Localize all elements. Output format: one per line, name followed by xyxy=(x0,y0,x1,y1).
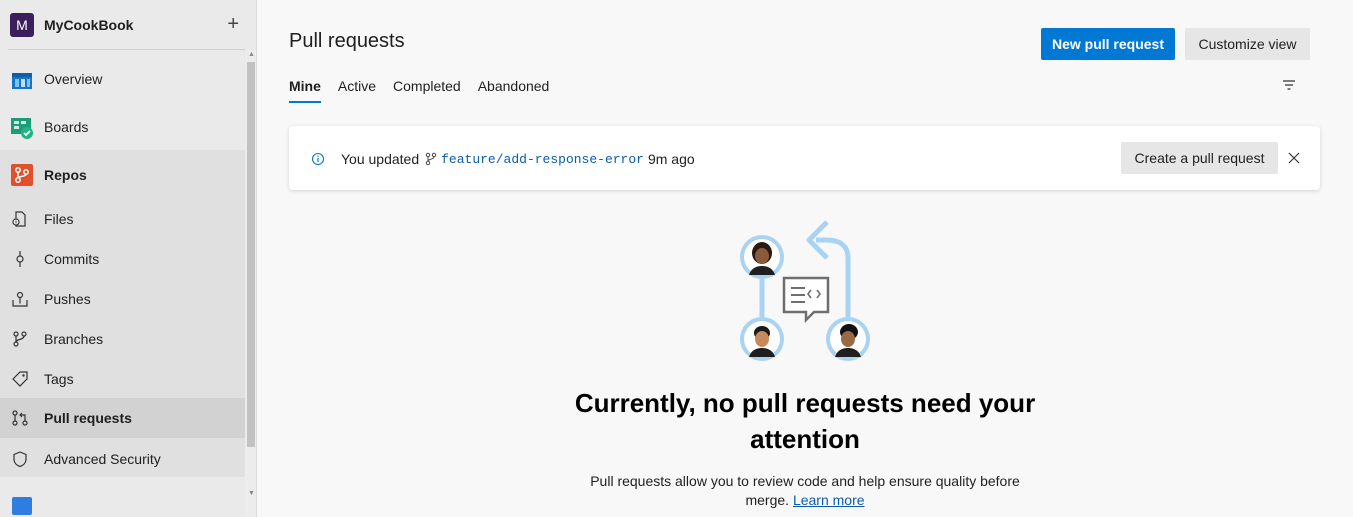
sidebar-item-label: Branches xyxy=(44,331,104,347)
tab-mine[interactable]: Mine xyxy=(289,78,321,103)
sidebar-item-label: Overview xyxy=(44,71,103,87)
project-name: MyCookBook xyxy=(44,17,134,33)
sidebar-item-label: Advanced Security xyxy=(44,451,161,467)
sidebar-item-repos[interactable]: Repos xyxy=(0,158,245,192)
banner-prefix: You updated xyxy=(341,151,420,167)
pr-tabs: Mine Active Completed Abandoned xyxy=(289,78,566,103)
tag-icon xyxy=(10,369,30,389)
create-pull-request-button[interactable]: Create a pull request xyxy=(1121,142,1278,174)
sidebar-item-label: Files xyxy=(44,211,74,227)
sidebar-scrollbar[interactable]: ▲ ▼ xyxy=(245,50,256,517)
sidebar-item-label: Pull requests xyxy=(44,410,132,426)
empty-state-description: Pull requests allow you to review code a… xyxy=(580,472,1030,510)
tab-completed[interactable]: Completed xyxy=(393,78,461,102)
scroll-down-icon[interactable]: ▼ xyxy=(248,490,255,497)
sidebar-item-commits[interactable]: Commits xyxy=(0,246,245,272)
empty-state-illustration xyxy=(735,208,880,368)
sidebar-item-branches[interactable]: Branches xyxy=(0,326,245,352)
push-icon xyxy=(10,289,30,309)
learn-more-link[interactable]: Learn more xyxy=(793,492,865,508)
sidebar-item-tags[interactable]: Tags xyxy=(0,366,245,392)
sidebar-item-files[interactable]: Files xyxy=(0,206,245,232)
sidebar-item-advanced-security[interactable]: Advanced Security xyxy=(0,446,245,472)
pull-request-icon xyxy=(10,408,30,428)
boards-icon xyxy=(10,115,34,139)
empty-state-title: Currently, no pull requests need your at… xyxy=(574,388,1036,454)
branch-update-banner: You updated feature/add-response-error 9… xyxy=(289,126,1320,190)
commit-icon xyxy=(10,249,30,269)
project-header[interactable]: M MyCookBook + xyxy=(0,0,245,50)
sidebar-item-label: Repos xyxy=(44,167,87,183)
file-icon xyxy=(10,209,30,229)
sidebar-item-label: Tags xyxy=(44,371,74,387)
sidebar-item-label: Commits xyxy=(44,251,100,267)
info-icon xyxy=(311,152,325,166)
scrollbar-thumb[interactable] xyxy=(247,62,255,447)
branch-icon xyxy=(10,329,30,349)
tab-active[interactable]: Active xyxy=(338,78,376,102)
sidebar-item-label: Pushes xyxy=(44,291,91,307)
add-icon[interactable]: + xyxy=(227,14,239,34)
sidebar-item-boards[interactable]: Boards xyxy=(0,110,245,144)
shield-icon xyxy=(10,449,30,469)
customize-view-button[interactable]: Customize view xyxy=(1185,28,1310,60)
sidebar-item-pushes[interactable]: Pushes xyxy=(0,286,245,312)
filter-icon[interactable] xyxy=(1280,78,1298,94)
repos-icon xyxy=(10,163,34,187)
pipelines-icon xyxy=(10,493,34,517)
banner-time: 9m ago xyxy=(647,151,695,167)
banner-message: You updated feature/add-response-error 9… xyxy=(341,151,695,167)
sidebar-item-overview[interactable]: Overview xyxy=(0,62,245,96)
branch-icon xyxy=(425,152,437,166)
tab-abandoned[interactable]: Abandoned xyxy=(478,78,550,102)
scroll-up-icon[interactable]: ▲ xyxy=(248,51,255,58)
close-icon[interactable] xyxy=(1287,151,1301,165)
overview-icon xyxy=(10,67,34,91)
page-title: Pull requests xyxy=(289,30,405,52)
project-avatar: M xyxy=(10,13,34,37)
sidebar: M MyCookBook + Overview Boards Repos Fil… xyxy=(0,0,257,517)
sidebar-item-label: Boards xyxy=(44,119,89,135)
sidebar-item-pipelines[interactable] xyxy=(0,488,245,517)
sidebar-item-pull-requests[interactable]: Pull requests xyxy=(0,398,245,438)
divider xyxy=(8,49,245,50)
new-pull-request-button[interactable]: New pull request xyxy=(1041,28,1175,60)
branch-link[interactable]: feature/add-response-error xyxy=(441,152,644,167)
